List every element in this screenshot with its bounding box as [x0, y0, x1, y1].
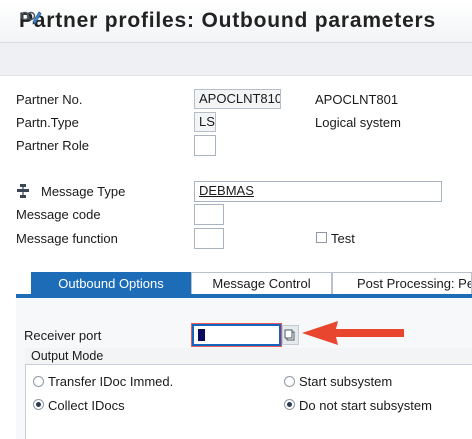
partner-type-field[interactable]: LS: [194, 112, 216, 132]
output-mode-label: Output Mode: [31, 349, 104, 363]
message-code-field[interactable]: [194, 204, 224, 225]
tab-post-processing[interactable]: Post Processing: Pe: [332, 272, 472, 294]
tab-outbound-options[interactable]: Outbound Options: [31, 272, 191, 294]
message-type-icon: [17, 184, 29, 198]
tab-message-control[interactable]: Message Control: [191, 272, 332, 294]
partner-type-label: Partn.Type: [16, 115, 79, 130]
toolbar: [0, 43, 472, 76]
message-type-field[interactable]: DEBMAS: [194, 181, 442, 202]
radio-do-not-start-subsystem[interactable]: [284, 399, 295, 410]
partner-no-field[interactable]: APOCLNT810: [194, 89, 281, 109]
radio-collect-idocs[interactable]: [33, 399, 44, 410]
text-cursor: [198, 329, 205, 341]
radio-start-subsystem[interactable]: [284, 376, 295, 387]
message-function-label: Message function: [16, 231, 118, 246]
collect-idocs-label: Collect IDocs: [48, 398, 125, 413]
do-not-start-subsystem-label: Do not start subsystem: [299, 398, 432, 413]
red-arrow-icon: [296, 316, 408, 350]
start-subsystem-label: Start subsystem: [299, 374, 393, 389]
partner-role-field[interactable]: [194, 135, 216, 156]
partner-role-label: Partner Role: [16, 138, 89, 153]
partner-type-description: Logical system: [315, 115, 401, 130]
test-checkbox[interactable]: [316, 232, 327, 243]
receiver-port-label: Receiver port: [24, 328, 102, 343]
transfer-immed-label: Transfer IDoc Immed.: [48, 374, 174, 389]
radio-transfer-immed[interactable]: [33, 376, 44, 387]
message-function-field[interactable]: [194, 228, 224, 249]
receiver-port-field[interactable]: [192, 324, 281, 346]
message-code-label: Message code: [16, 207, 101, 222]
message-type-label: Message Type: [41, 184, 126, 199]
page-title: Partner profiles: Outbound parameters: [19, 9, 437, 32]
test-label: Test: [331, 231, 355, 246]
partner-no-description: APOCLNT801: [315, 92, 399, 107]
display-change-icon[interactable]: [20, 7, 42, 25]
partner-no-label: Partner No.: [16, 92, 83, 107]
